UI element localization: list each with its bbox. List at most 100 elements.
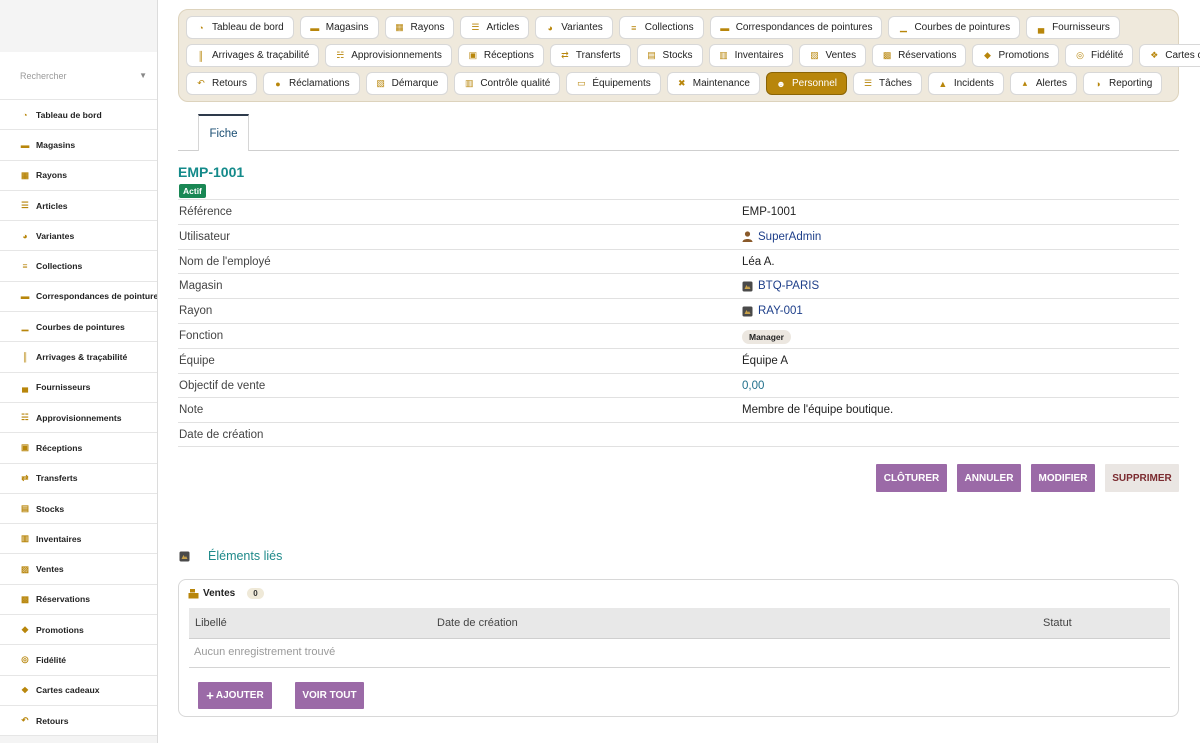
- sidebar-item-fidelite[interactable]: ◎ Fidélité: [0, 645, 157, 676]
- menu-item-correspondances-de-pointures[interactable]: ▬ Correspondances de pointures: [709, 16, 883, 39]
- field-value: EMP-1001: [742, 206, 797, 218]
- edit-button[interactable]: MODIFIER: [1031, 464, 1095, 492]
- field-value: Membre de l'équipe boutique.: [742, 404, 894, 417]
- sidebar-item-stocks[interactable]: ▤ Stocks: [0, 493, 157, 525]
- sidebar-item-rayons[interactable]: ▦ Rayons: [0, 160, 157, 191]
- sidebar-item-collections[interactable]: ≡ Collections: [0, 251, 157, 282]
- close-button[interactable]: CLÔTURER: [876, 464, 947, 492]
- sidebar-item-reservations[interactable]: ▩ Réservations: [0, 584, 157, 616]
- sidebar-item-receptions[interactable]: ▣ Réceptions: [0, 433, 157, 464]
- field-label: Utilisateur: [179, 230, 231, 243]
- sidebar-item-inventaires[interactable]: ▥ Inventaires: [0, 524, 157, 555]
- menu-item-incidents[interactable]: ▲ Incidents: [927, 72, 1004, 95]
- menu-item-transferts[interactable]: ⇄ Transferts: [549, 44, 631, 67]
- menu-item-stocks[interactable]: ▤ Stocks: [636, 44, 703, 67]
- menu-item-maintenance[interactable]: ✖ Maintenance: [666, 72, 760, 95]
- store-icon: ▬: [20, 139, 30, 150]
- menu-item-inventaires[interactable]: ▥ Inventaires: [708, 44, 794, 67]
- add-button[interactable]: + AJOUTER: [198, 682, 272, 709]
- menu-item-tableau-de-bord[interactable]: ◔ Tableau de bord: [186, 16, 294, 39]
- store-link[interactable]: BTQ-PARIS: [742, 280, 819, 292]
- menu-item-cartes-cadeaux[interactable]: ❖ Cartes cadeaux: [1139, 44, 1200, 67]
- sidebar-item-correspondances-de-pointures[interactable]: ▬ Correspondances de pointures: [0, 281, 157, 313]
- sidebar-item-promotions[interactable]: ◆ Promotions: [0, 615, 157, 646]
- sidebar-item-cartes-cadeaux[interactable]: ❖ Cartes cadeaux: [0, 675, 157, 706]
- field-label: Date de création: [179, 429, 264, 442]
- menu-item-label: Transferts: [575, 50, 621, 61]
- menu-item-equipements[interactable]: ▭ Équipements: [566, 72, 661, 95]
- column-header[interactable]: Statut: [1043, 617, 1072, 629]
- field-label: Note: [179, 404, 204, 417]
- sidebar-item-articles[interactable]: ☰ Articles: [0, 190, 157, 222]
- field-label: Référence: [179, 206, 233, 218]
- menu-item-reservations[interactable]: ▩ Réservations: [872, 44, 967, 67]
- search-select[interactable]: Rechercher ▼: [0, 52, 157, 100]
- menu-item-taches[interactable]: ☰ Tâches: [853, 72, 922, 95]
- field-label: Équipe: [179, 354, 215, 367]
- clipboard-icon: ▥: [719, 50, 728, 60]
- menu-item-retours[interactable]: ↶ Retours: [186, 72, 258, 95]
- cancel-button[interactable]: ANNULER: [957, 464, 1021, 492]
- sidebar-item-approvisionnements[interactable]: ☵ Approvisionnements: [0, 402, 157, 434]
- sidebar-item-tableau-de-bord[interactable]: ◔ Tableau de bord: [0, 100, 157, 131]
- sidebar-item-label: Arrivages & traçabilité: [36, 352, 128, 363]
- calendar-check-icon: ▩: [20, 593, 30, 604]
- users-icon: ☻: [776, 78, 786, 89]
- menu-item-magasins[interactable]: ▬ Magasins: [299, 16, 379, 39]
- tag-icon: ◆: [21, 624, 29, 635]
- sidebar-item-transferts[interactable]: ⇄ Transferts: [0, 463, 157, 494]
- menu-item-personnel[interactable]: ☻ Personnel: [766, 72, 848, 95]
- menu-item-variantes[interactable]: ◕ Variantes: [535, 16, 613, 39]
- field-row: Rayon RAY-001: [178, 298, 1179, 323]
- sidebar-item-label: Inventaires: [36, 533, 82, 544]
- user-link[interactable]: SuperAdmin: [742, 231, 821, 243]
- menu-item-receptions[interactable]: ▣ Réceptions: [457, 44, 544, 67]
- menu-item-label: Maintenance: [692, 78, 750, 89]
- aisle-link[interactable]: RAY-001: [742, 305, 803, 317]
- menu-item-articles[interactable]: ☰ Articles: [460, 16, 530, 39]
- sidebar-item-label: Articles: [36, 200, 68, 211]
- sidebar-item-arrivages-and-tracabilite[interactable]: ║ Arrivages & traçabilité: [0, 342, 157, 373]
- menu-item-demarque[interactable]: ▧ Démarque: [365, 72, 449, 95]
- document-icon: ▧: [376, 78, 385, 88]
- sidebar-item-variantes[interactable]: ◕ Variantes: [0, 221, 157, 252]
- sidebar: Rechercher ▼ ◔ Tableau de bord ▬ Magasins ▦ R…: [0, 0, 158, 743]
- palette-icon: ◕: [22, 230, 28, 241]
- sidebar-item-courbes-de-pointures[interactable]: ▁ Courbes de pointures: [0, 312, 157, 343]
- menu-item-label: Stocks: [662, 50, 693, 61]
- menu-item-controle-qualite[interactable]: ▥ Contrôle qualité: [454, 72, 561, 95]
- menu-item-reporting[interactable]: ◑ Reporting: [1082, 72, 1163, 95]
- menu-item-ventes[interactable]: ▨ Ventes: [799, 44, 867, 67]
- view-all-button[interactable]: VOIR TOUT: [295, 682, 364, 709]
- menu-item-rayons[interactable]: ▦ Rayons: [384, 16, 455, 39]
- sidebar-item-retours[interactable]: ↶ Retours: [0, 705, 157, 737]
- sidebar-item-label: Collections: [36, 261, 83, 272]
- sidebar-item-fournisseurs[interactable]: ▄ Fournisseurs: [0, 372, 157, 403]
- sidebar-item-label: Tableau de bord: [36, 109, 102, 120]
- menu-item-promotions[interactable]: ◆ Promotions: [972, 44, 1060, 67]
- sidebar-item-ventes[interactable]: ▨ Ventes: [0, 554, 157, 585]
- cash-register-icon: ▨: [810, 50, 819, 60]
- menu-item-fournisseurs[interactable]: ▄ Fournisseurs: [1026, 16, 1120, 39]
- menu-item-courbes-de-pointures[interactable]: ▁ Courbes de pointures: [888, 16, 1021, 39]
- column-header[interactable]: Libellé: [195, 617, 227, 629]
- sidebar-item-label: Promotions: [36, 624, 84, 635]
- field-label: Magasin: [179, 280, 223, 293]
- delete-button[interactable]: SUPPRIMER: [1105, 464, 1179, 492]
- menu-item-label: Fidélité: [1091, 50, 1124, 61]
- field-label: Objectif de vente: [179, 379, 266, 392]
- tab-fiche[interactable]: Fiche: [198, 114, 249, 151]
- menu-item-label: Collections: [644, 22, 694, 33]
- menu-item-alertes[interactable]: ▴ Alertes: [1009, 72, 1077, 95]
- sidebar-header: [0, 0, 157, 52]
- menu-item-arrivages-and-tracabilite[interactable]: ║ Arrivages & traçabilité: [186, 44, 320, 67]
- sidebar-item-magasins[interactable]: ▬ Magasins: [0, 130, 157, 161]
- menu-item-collections[interactable]: ≡ Collections: [618, 16, 704, 39]
- ruler-icon: ▬: [720, 22, 730, 33]
- menu-item-approvisionnements[interactable]: ☵ Approvisionnements: [325, 44, 452, 67]
- menu-item-fidelite[interactable]: ◎ Fidélité: [1065, 44, 1134, 67]
- menu-item-reclamations[interactable]: ● Réclamations: [263, 72, 360, 95]
- sidebar-item-label: Réceptions: [36, 442, 83, 453]
- menu-item-label: Articles: [486, 22, 520, 33]
- column-header[interactable]: Date de création: [437, 617, 518, 629]
